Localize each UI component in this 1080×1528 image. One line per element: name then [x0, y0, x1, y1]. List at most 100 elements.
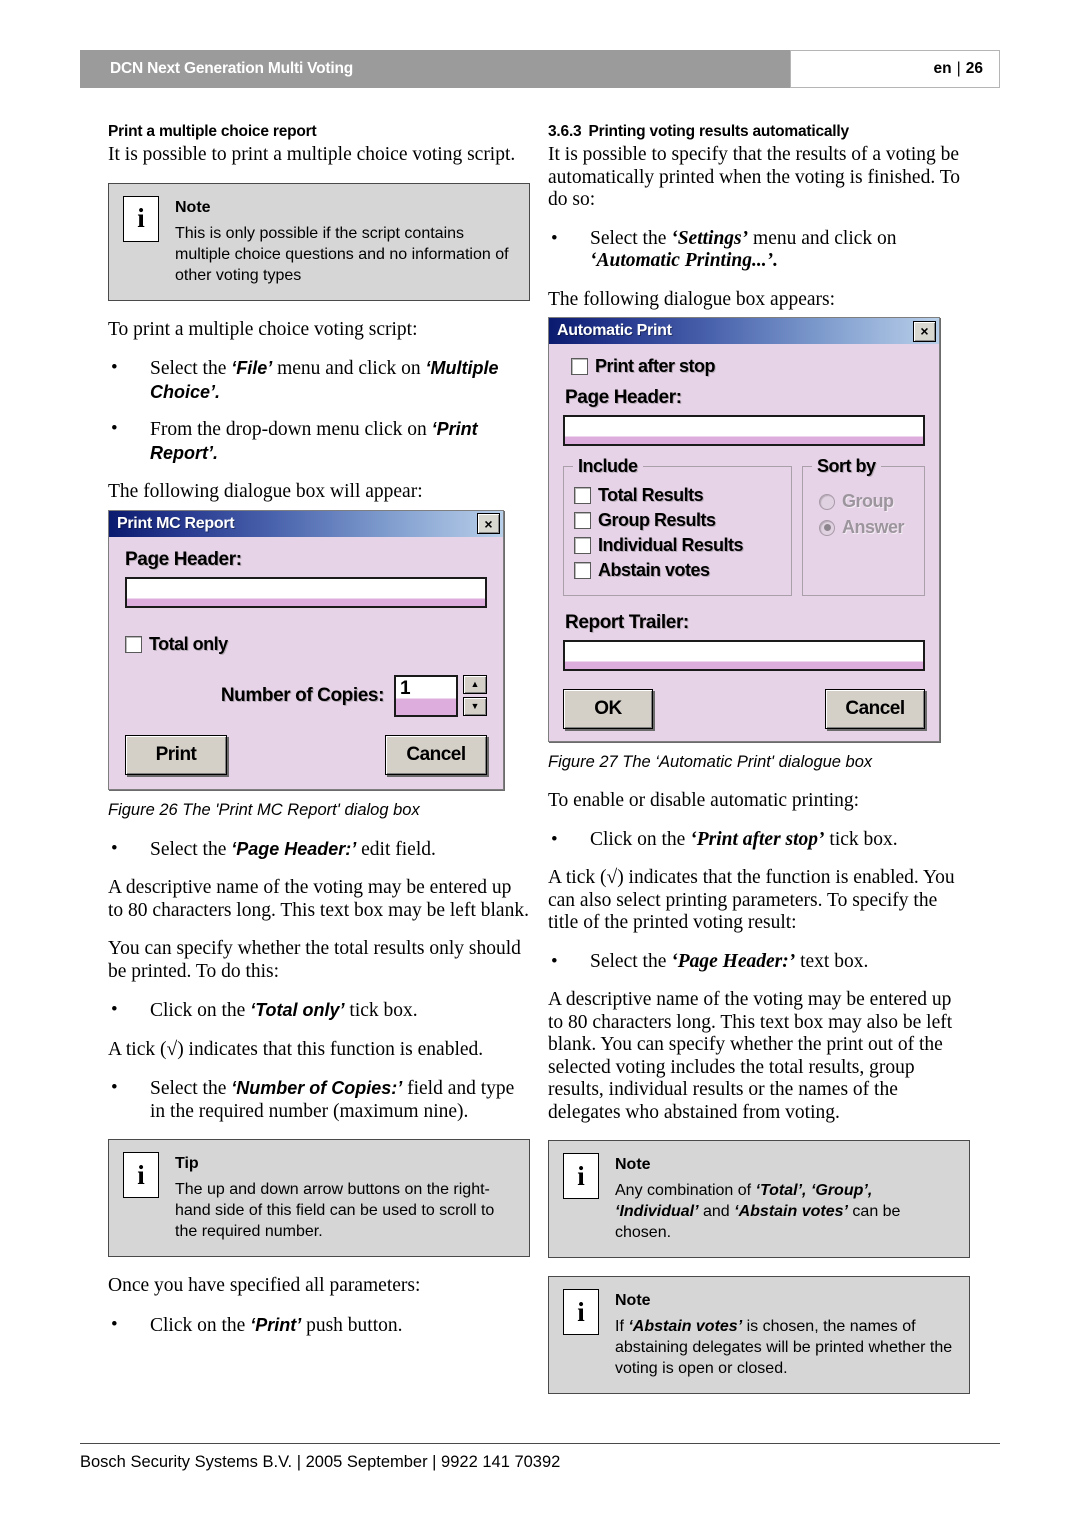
info-icon: i [123, 1152, 159, 1198]
dialog-title: Print MC Report [117, 514, 235, 532]
cancel-button[interactable]: Cancel [385, 734, 487, 775]
right-bullet-list-3: Select the ‘Page Header:’ text box. [548, 951, 970, 974]
include-option-total-results[interactable]: Total Results [574, 485, 781, 506]
info-icon-glyph: i [577, 1160, 585, 1191]
dialog-body: Page Header: Total only Number of Copies… [109, 537, 503, 789]
note-title: Note [175, 198, 211, 216]
sort-option-group[interactable]: Group [819, 491, 914, 512]
left-lead-in: To print a multiple choice voting script… [108, 318, 418, 340]
info-icon: i [563, 1153, 599, 1199]
report-trailer-input[interactable] [563, 640, 925, 671]
number-of-copies-row: Number of Copies: 1 ▲ ▼ [125, 674, 487, 717]
bullet-text: Click on the [150, 1000, 251, 1021]
chevron-up-icon[interactable]: ▲ [463, 674, 487, 694]
ok-button[interactable]: OK [563, 689, 653, 729]
checkbox-box [125, 635, 142, 653]
radio-circle [819, 493, 835, 510]
dialog-body: Print after stop Page Header: Include To… [549, 344, 939, 741]
tip-text: The up and down arrow buttons on the rig… [175, 1181, 495, 1240]
sort-option-answer[interactable]: Answer [819, 517, 914, 538]
footer-text: Bosch Security Systems B.V. | 2005 Septe… [80, 1453, 561, 1471]
include-option-individual-results[interactable]: Individual Results [574, 535, 781, 556]
close-icon[interactable]: × [913, 320, 936, 342]
bullet-text: Click on the [590, 828, 691, 850]
list-item: Select the ‘Settings’ menu and click on … [548, 228, 970, 273]
note-text: If ‘Abstain votes’ is chosen, the names … [615, 1316, 955, 1379]
ui-term-number-of-copies: ‘Number of Copies:’ [231, 1078, 403, 1098]
bullet-text: Select the [150, 358, 232, 379]
page-header-input[interactable] [563, 415, 925, 446]
quantity-stepper[interactable]: 1 ▲ ▼ [394, 674, 487, 717]
close-icon[interactable]: × [477, 513, 500, 534]
include-option-label: Abstain votes [598, 560, 710, 580]
section-heading-text: Printing voting results automatically [588, 123, 849, 140]
bullet-text: edit field. [356, 838, 436, 860]
left-total-paragraph: You can specify whether the total result… [108, 938, 521, 982]
note-box-script-requirement: i Note This is only possible if the scri… [108, 182, 530, 301]
right-bullet-list-1: Select the ‘Settings’ menu and click on … [548, 228, 970, 273]
ui-term-file: ‘File’ [231, 358, 273, 378]
header-page-indicator: en | 26 [790, 50, 1000, 88]
number-of-copies-input[interactable]: 1 [394, 674, 458, 717]
chevron-down-icon[interactable]: ▼ [463, 696, 487, 716]
sort-by-group-label: Sort by [812, 456, 881, 477]
left-once-paragraph: Once you have specified all parameters: [108, 1275, 421, 1296]
include-group: Include Total Results Group Results Indi… [563, 456, 792, 596]
print-button[interactable]: Print [125, 734, 227, 775]
header-title-band: DCN Next Generation Multi Voting [80, 50, 790, 88]
list-item: Select the ‘Page Header:’ text box. [548, 951, 970, 974]
dialog-title-bar[interactable]: Automatic Print × [549, 318, 939, 344]
include-option-label: Group Results [598, 510, 716, 530]
include-option-group-results[interactable]: Group Results [574, 510, 781, 531]
total-only-label: Total only [149, 633, 228, 654]
tip-content: Tip The up and down arrow buttons on the… [175, 1152, 515, 1242]
sort-by-group: Sort by Group Answer [802, 456, 925, 596]
note-text: Any combination of ‘Total’, ‘Group’, ‘In… [615, 1180, 955, 1243]
list-item: Select the ‘Page Header:’ edit field. [108, 838, 530, 862]
note-box-any-combination: i Note Any combination of ‘Total’, ‘Grou… [548, 1140, 970, 1258]
automatic-print-dialog: Automatic Print × Print after stop Page … [548, 317, 940, 742]
include-option-abstain-votes[interactable]: Abstain votes [574, 560, 781, 581]
figure-27-caption: Figure 27 The ‘Automatic Print' dialogue… [548, 753, 873, 771]
total-only-checkbox[interactable]: Total only [125, 634, 487, 655]
dialog-button-row: Print Cancel [125, 734, 487, 775]
list-item: Click on the ‘Print after stop’ tick box… [548, 829, 970, 852]
right-dialog-lead: The following dialogue box appears: [548, 288, 836, 310]
bullet-text: From the drop-down menu click on [150, 419, 432, 440]
bullet-text: text box. [795, 950, 869, 972]
info-icon: i [563, 1289, 599, 1335]
note-text-part: If [615, 1318, 629, 1335]
checkbox-box [574, 487, 591, 504]
list-item: From the drop-down menu click on ‘Print … [108, 418, 530, 465]
bullet-text: menu and click on [748, 227, 897, 249]
left-column: Print a multiple choice report It is pos… [108, 122, 530, 1353]
bullet-text: Select the [590, 227, 672, 249]
page-footer: Bosch Security Systems B.V. | 2005 Septe… [80, 1443, 1000, 1472]
left-intro-paragraph: It is possible to print a multiple choic… [108, 144, 516, 165]
cancel-button[interactable]: Cancel [825, 689, 925, 729]
checkbox-box [571, 358, 588, 375]
radio-circle [819, 519, 835, 536]
include-option-label: Individual Results [598, 535, 744, 555]
print-after-stop-checkbox[interactable]: Print after stop [571, 356, 925, 377]
note-emphasis: ‘Abstain votes’ [734, 1203, 848, 1220]
note-box-abstain-votes: i Note If ‘Abstain votes’ is chosen, the… [548, 1276, 970, 1394]
page-header-input[interactable] [125, 576, 487, 608]
dialog-title: Automatic Print [557, 322, 672, 339]
tip-title: Tip [175, 1155, 199, 1172]
note-text-part: and [698, 1203, 735, 1220]
ui-term-print: ‘Print’ [250, 1314, 302, 1335]
left-bullet-list-1: Select the ‘File’ menu and click on ‘Mul… [108, 357, 530, 465]
footer-divider [80, 1443, 1000, 1444]
ui-term-total-only: ‘Total only’ [250, 1000, 345, 1020]
info-icon-glyph: i [577, 1296, 585, 1327]
document-title: DCN Next Generation Multi Voting [110, 60, 354, 77]
dialog-title-bar[interactable]: Print MC Report × [109, 510, 503, 537]
left-bullet-list-5: Click on the ‘Print’ push button. [108, 1314, 530, 1338]
page-header-label: Page Header: [565, 387, 682, 408]
info-icon-glyph: i [137, 1159, 145, 1190]
bullet-text: Select the [150, 1078, 232, 1099]
language-code: en [933, 60, 952, 77]
ui-term-print-after-stop: ‘Print after stop’ [690, 828, 825, 850]
right-bullet-list-2: Click on the ‘Print after stop’ tick box… [548, 829, 970, 852]
